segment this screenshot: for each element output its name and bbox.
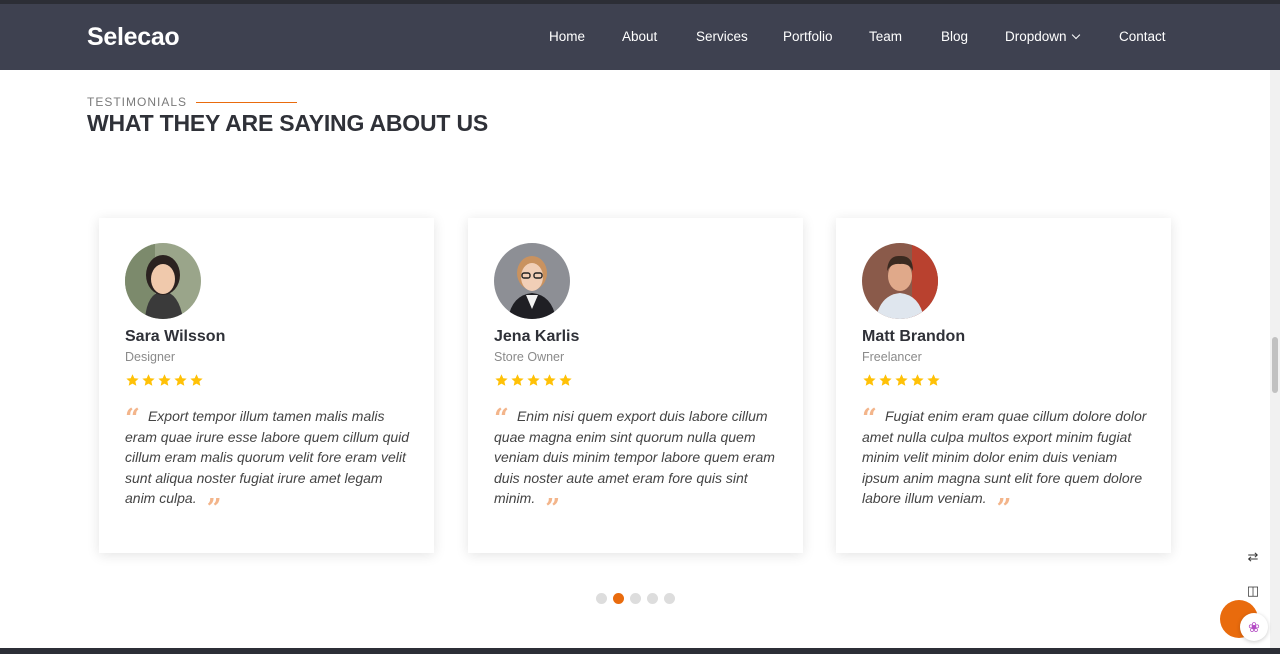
testimonial-name: Sara Wilsson: [125, 328, 226, 345]
brain-icon[interactable]: ❀: [1240, 613, 1268, 641]
testimonial-quote-text: Fugiat enim eram quae cillum dolore dolo…: [862, 408, 1147, 506]
quote-right-icon: ”: [996, 494, 1012, 524]
testimonial-card: Jena Karlis Store Owner “Enim nisi quem …: [468, 218, 803, 553]
nav-about[interactable]: About: [622, 29, 657, 44]
star-icon: [126, 374, 139, 386]
nav-contact[interactable]: Contact: [1119, 29, 1166, 44]
nav-blog[interactable]: Blog: [941, 29, 968, 44]
star-rating: [125, 373, 205, 389]
star-icon: [927, 374, 940, 386]
book-icon[interactable]: ◫: [1242, 580, 1264, 602]
nav-team[interactable]: Team: [869, 29, 902, 44]
testimonial-name: Jena Karlis: [494, 328, 580, 345]
carousel-dot-active[interactable]: [613, 593, 624, 604]
star-icon: [879, 374, 892, 386]
star-icon: [142, 374, 155, 386]
testimonial-card: Sara Wilsson Designer “Export tempor ill…: [99, 218, 434, 553]
avatar: [125, 243, 201, 319]
nav-dropdown-label: Dropdown: [1005, 29, 1067, 44]
testimonial-quote-text: Enim nisi quem export duis labore cillum…: [494, 408, 775, 506]
star-icon: [527, 374, 540, 386]
star-icon: [511, 374, 524, 386]
quote-left-icon: “: [862, 404, 877, 434]
testimonial-quote: “Fugiat enim eram quae cillum dolore dol…: [862, 404, 1152, 522]
quote-left-icon: “: [494, 404, 509, 434]
carousel-dot[interactable]: [596, 593, 607, 604]
carousel-dot[interactable]: [647, 593, 658, 604]
section-subtitle-line: [196, 102, 297, 103]
star-icon: [895, 374, 908, 386]
avatar: [862, 243, 938, 319]
testimonial-role: Store Owner: [494, 350, 565, 364]
quote-right-icon: ”: [545, 494, 561, 524]
star-rating: [494, 373, 574, 389]
testimonial-role: Designer: [125, 350, 176, 364]
testimonial-quote: “Enim nisi quem export duis labore cillu…: [494, 404, 784, 522]
chevron-down-icon: [1071, 30, 1080, 40]
page-scrollbar-thumb[interactable]: [1272, 337, 1278, 393]
star-icon: [158, 374, 171, 386]
bottom-border: [0, 648, 1280, 654]
star-icon: [911, 374, 924, 386]
star-icon: [863, 374, 876, 386]
testimonial-name: Matt Brandon: [862, 328, 966, 345]
carousel-dot[interactable]: [630, 593, 641, 604]
nav-home[interactable]: Home: [549, 29, 585, 44]
section-title: WHAT THEY ARE SAYING ABOUT US: [87, 110, 488, 136]
nav-portfolio[interactable]: Portfolio: [783, 29, 833, 44]
testimonial-quote-text: Export tempor illum tamen malis malis er…: [125, 408, 410, 506]
star-icon: [495, 374, 508, 386]
star-icon: [559, 374, 572, 386]
star-rating: [862, 373, 942, 389]
star-icon: [543, 374, 556, 386]
nav-services[interactable]: Services: [696, 29, 748, 44]
star-icon: [190, 374, 203, 386]
avatar: [494, 243, 570, 319]
carousel-dot[interactable]: [664, 593, 675, 604]
testimonial-role: Freelancer: [862, 350, 922, 364]
carousel-pagination: [596, 593, 675, 604]
testimonial-quote: “Export tempor illum tamen malis malis e…: [125, 404, 415, 522]
star-icon: [174, 374, 187, 386]
quote-right-icon: ”: [206, 494, 222, 524]
site-header: Selecao Home About Services Portfolio Te…: [0, 4, 1280, 70]
translate-icon[interactable]: ⇄: [1242, 546, 1264, 568]
nav-dropdown[interactable]: Dropdown: [1005, 29, 1080, 44]
main-nav: Home About Services Portfolio Team Blog …: [0, 29, 1280, 49]
testimonial-card: Matt Brandon Freelancer “Fugiat enim era…: [836, 218, 1171, 553]
quote-left-icon: “: [125, 404, 140, 434]
section-subtitle: TESTIMONIALS: [87, 95, 188, 109]
